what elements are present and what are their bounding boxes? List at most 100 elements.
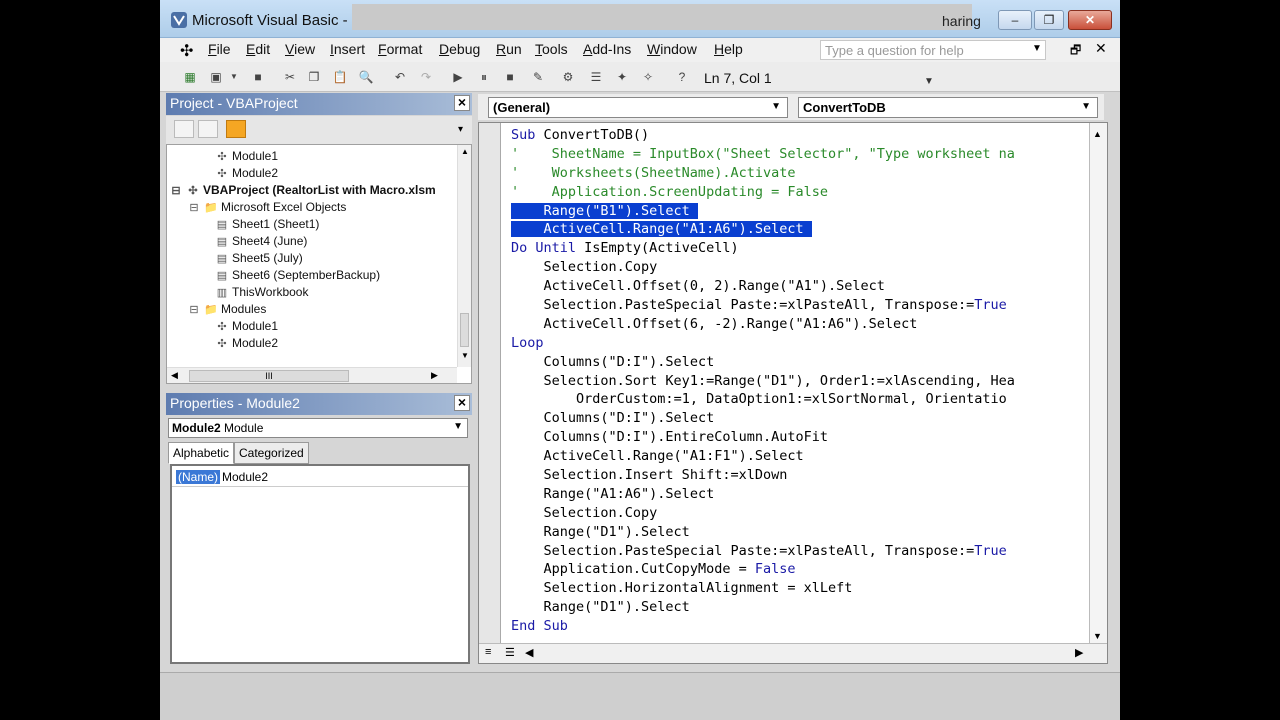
- code-line[interactable]: Sub ConvertToDB(): [511, 126, 1015, 145]
- scroll-down-icon[interactable]: ▼: [461, 351, 469, 360]
- restore-icon[interactable]: 🗗: [1070, 41, 1081, 62]
- code-line[interactable]: Range("A1:A6").Select: [511, 485, 1015, 504]
- code-line[interactable]: ActiveCell.Offset(6, -2).Range("A1:A6").…: [511, 315, 1015, 334]
- code-text[interactable]: Sub ConvertToDB() ' SheetName = InputBox(…: [511, 126, 1015, 636]
- view-object-button[interactable]: [198, 120, 218, 138]
- tab-categorized[interactable]: Categorized: [234, 442, 309, 464]
- vba-menu-icon[interactable]: ✣: [180, 41, 193, 61]
- help-icon[interactable]: ?: [674, 69, 690, 85]
- tree-item-module2[interactable]: ✣ Module2: [215, 336, 278, 350]
- procedure-view-icon[interactable]: ≡: [485, 646, 491, 658]
- code-line[interactable]: Range("D1").Select: [511, 523, 1015, 542]
- project-tree-vscrollbar[interactable]: ▲ ▼: [457, 145, 471, 367]
- panel-menu-icon[interactable]: ▾: [458, 124, 463, 135]
- code-line[interactable]: ' Application.ScreenUpdating = False: [511, 183, 1015, 202]
- copy-icon[interactable]: ❐: [306, 69, 322, 85]
- scroll-down-icon[interactable]: ▼: [1093, 631, 1102, 641]
- full-module-view-icon[interactable]: ☰: [505, 646, 515, 659]
- object-browser-icon[interactable]: ✦: [614, 69, 630, 85]
- maximize-button[interactable]: ❐: [1034, 10, 1064, 30]
- run-icon[interactable]: ▶: [450, 69, 466, 85]
- find-icon[interactable]: 🔍: [358, 69, 374, 85]
- menu-help[interactable]: Help: [714, 41, 743, 57]
- menu-format[interactable]: Format: [378, 41, 422, 57]
- scroll-right-icon[interactable]: ▶: [431, 370, 438, 381]
- properties-window-icon[interactable]: ☰: [588, 69, 604, 85]
- code-line[interactable]: Range("B1").Select: [511, 202, 1015, 221]
- menu-tools[interactable]: Tools: [535, 41, 568, 57]
- chevron-down-icon[interactable]: ▼: [1081, 101, 1091, 112]
- paste-icon[interactable]: 📋: [332, 69, 348, 85]
- minimize-button[interactable]: –: [998, 10, 1032, 30]
- tree-item-vbaproject[interactable]: ⊟ ✣ VBAProject (RealtorList with Macro.xls…: [169, 183, 435, 197]
- tree-item-sheet5[interactable]: ▤ Sheet5 (July): [215, 251, 303, 265]
- project-tree-hscrollbar[interactable]: ◀ III ▶: [167, 367, 457, 383]
- scroll-thumb[interactable]: [460, 313, 469, 347]
- code-line[interactable]: End Sub: [511, 617, 1015, 636]
- procedure-combo[interactable]: ConvertToDB ▼: [798, 97, 1098, 118]
- redo-icon[interactable]: ↷: [418, 69, 434, 85]
- menu-debug[interactable]: Debug: [439, 41, 480, 57]
- scroll-up-icon[interactable]: ▲: [1093, 129, 1102, 139]
- code-line[interactable]: Selection.PasteSpecial Paste:=xlPasteAll…: [511, 542, 1015, 561]
- toolbox-icon[interactable]: ✧: [640, 69, 656, 85]
- insert-module-icon[interactable]: ▣: [208, 69, 224, 85]
- code-line[interactable]: Loop: [511, 334, 1015, 353]
- code-line[interactable]: ActiveCell.Offset(0, 2).Range("A1").Sele…: [511, 277, 1015, 296]
- code-vscrollbar[interactable]: ▲ ▼: [1089, 123, 1107, 647]
- code-line[interactable]: Application.CutCopyMode = False: [511, 560, 1015, 579]
- cut-icon[interactable]: ✂: [282, 69, 298, 85]
- code-line[interactable]: ActiveCell.Range("A1:A6").Select: [511, 220, 1015, 239]
- tree-item-module1[interactable]: ✣ Module1: [215, 149, 278, 163]
- properties-close-button[interactable]: ×: [454, 395, 470, 411]
- help-search-input[interactable]: Type a question for help: [820, 40, 1046, 60]
- project-explorer-icon[interactable]: ⚙: [560, 69, 576, 85]
- tree-item-sheet1[interactable]: ▤ Sheet1 (Sheet1): [215, 217, 320, 231]
- tree-item-sheet4[interactable]: ▤ Sheet4 (June): [215, 234, 308, 248]
- scroll-right-icon[interactable]: ▶: [1075, 646, 1083, 659]
- properties-object-select[interactable]: Module2 Module ▼: [168, 418, 468, 438]
- tree-item-sheet6[interactable]: ▤ Sheet6 (SeptemberBackup): [215, 268, 380, 282]
- save-icon[interactable]: ■: [250, 69, 266, 85]
- menu-window[interactable]: Window: [647, 41, 697, 57]
- chevron-down-icon[interactable]: ▼: [771, 101, 781, 112]
- code-line[interactable]: Columns("D:I").Select: [511, 353, 1015, 372]
- code-line[interactable]: ' Worksheets(SheetName).Activate: [511, 164, 1015, 183]
- scroll-left-icon[interactable]: ◀: [525, 646, 533, 659]
- tree-item-modules[interactable]: ⊟ 📁 Modules: [187, 302, 266, 316]
- tree-item-excel-objects[interactable]: ⊟ 📁 Microsoft Excel Objects: [187, 200, 346, 214]
- code-line[interactable]: Columns("D:I").EntireColumn.AutoFit: [511, 428, 1015, 447]
- code-line[interactable]: ' SheetName = InputBox("Sheet Selector",…: [511, 145, 1015, 164]
- toggle-folders-button[interactable]: [226, 120, 246, 138]
- collapse-icon[interactable]: ⊟: [187, 201, 201, 214]
- project-explorer-close-button[interactable]: ×: [454, 95, 470, 111]
- code-line[interactable]: OrderCustom:=1, DataOption1:=xlSortNorma…: [511, 390, 1015, 409]
- scroll-left-icon[interactable]: ◀: [171, 370, 178, 381]
- collapse-icon[interactable]: ⊟: [187, 303, 201, 316]
- close-button[interactable]: ✕: [1068, 10, 1112, 30]
- code-line[interactable]: Selection.Copy: [511, 258, 1015, 277]
- code-line[interactable]: Columns("D:I").Select: [511, 409, 1015, 428]
- menu-file[interactable]: File: [208, 41, 231, 57]
- undo-icon[interactable]: ↶: [392, 69, 408, 85]
- toolbar-overflow-icon[interactable]: ▼: [924, 76, 934, 87]
- menu-add-ins[interactable]: Add-Ins: [583, 41, 631, 57]
- scroll-up-icon[interactable]: ▲: [461, 147, 469, 156]
- scroll-thumb[interactable]: III: [189, 370, 349, 382]
- code-editor[interactable]: Sub ConvertToDB() ' SheetName = InputBox(…: [478, 122, 1108, 664]
- code-line[interactable]: Range("D1").Select: [511, 598, 1015, 617]
- code-line[interactable]: Selection.Copy: [511, 504, 1015, 523]
- reset-icon[interactable]: ■: [502, 69, 518, 85]
- collapse-icon[interactable]: ⊟: [169, 184, 183, 197]
- tree-item-thisworkbook[interactable]: ▥ ThisWorkbook: [215, 285, 309, 299]
- help-dropdown-icon[interactable]: ▼: [1032, 43, 1042, 54]
- insert-dropdown-icon[interactable]: ▼: [226, 69, 242, 85]
- break-icon[interactable]: ⏸: [476, 69, 492, 85]
- code-line[interactable]: Selection.PasteSpecial Paste:=xlPasteAll…: [511, 296, 1015, 315]
- view-code-button[interactable]: [174, 120, 194, 138]
- menu-edit[interactable]: Edit: [246, 41, 270, 57]
- code-line[interactable]: Selection.Insert Shift:=xlDown: [511, 466, 1015, 485]
- property-name-key[interactable]: (Name): [176, 470, 221, 484]
- chevron-down-icon[interactable]: ▼: [453, 421, 463, 432]
- view-excel-icon[interactable]: ▦: [182, 69, 198, 85]
